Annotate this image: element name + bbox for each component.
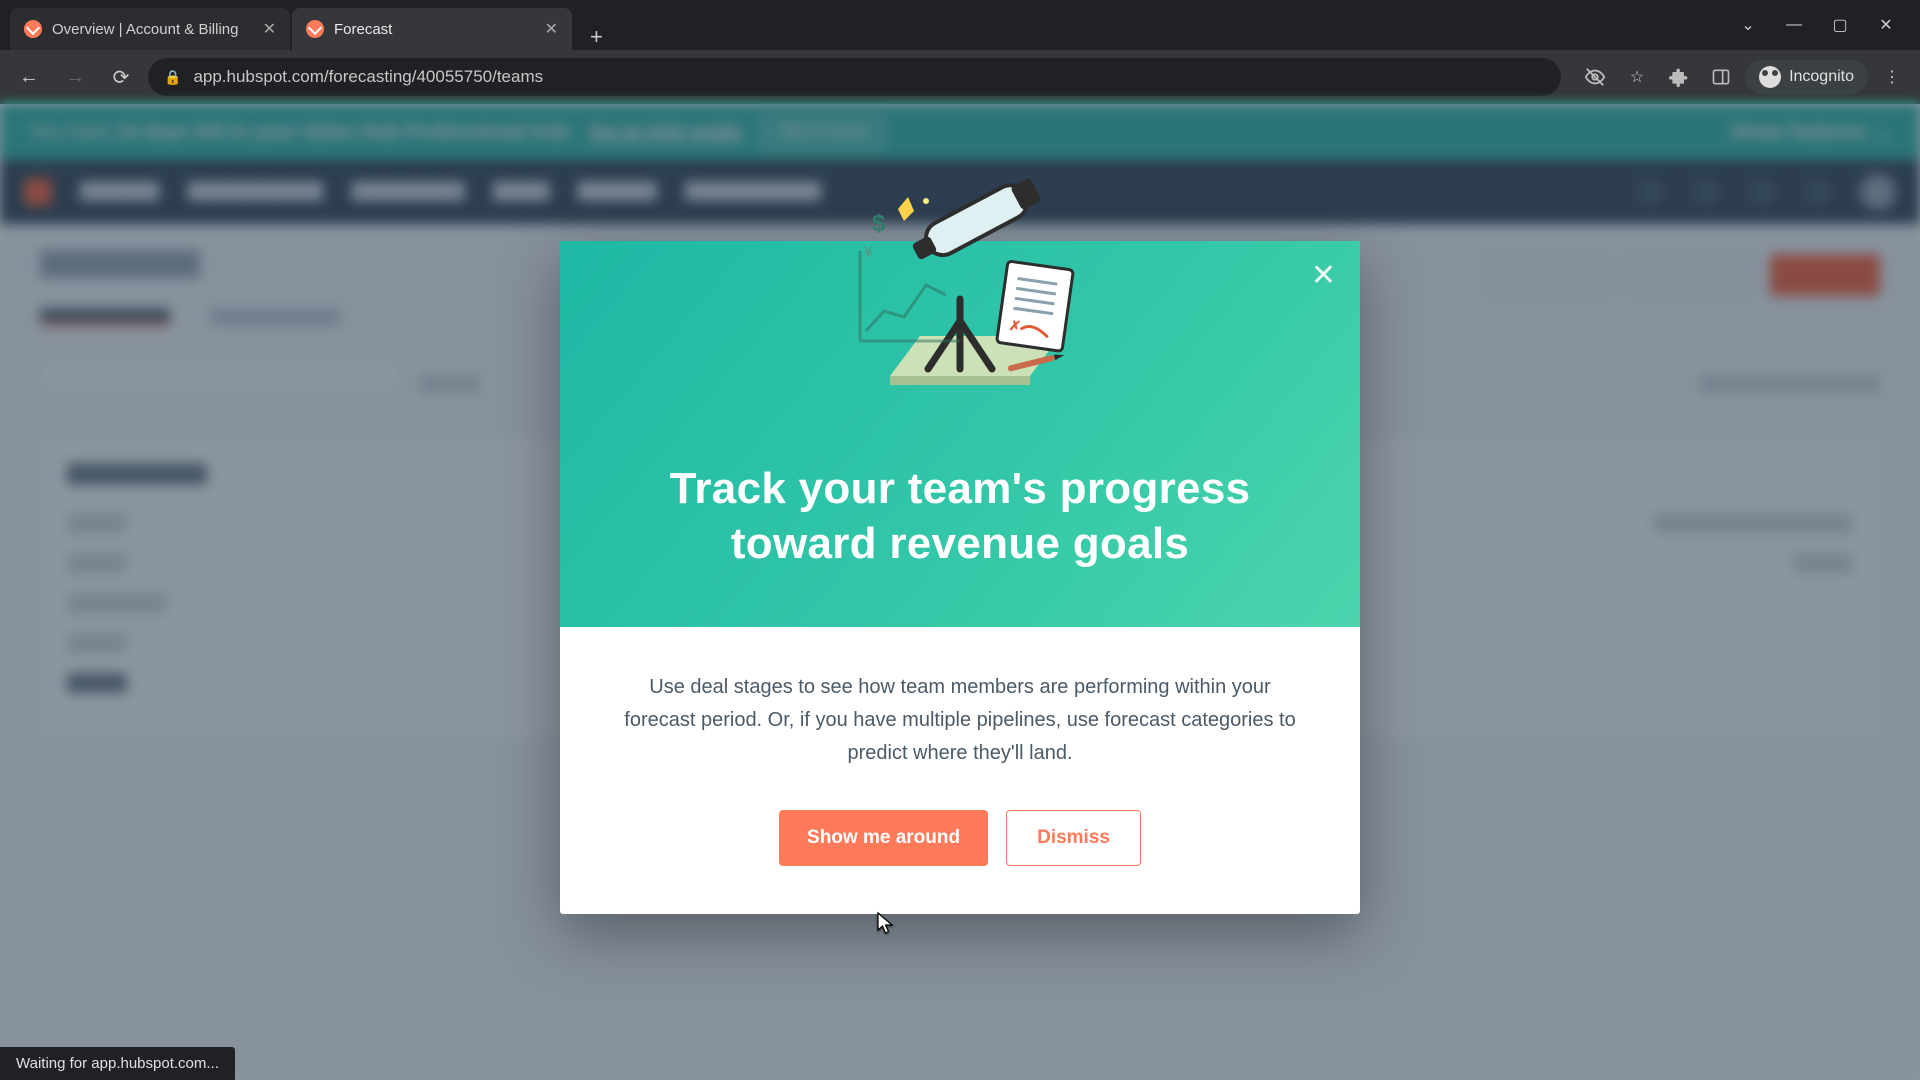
side-panel-icon[interactable] (1703, 59, 1739, 95)
show-me-around-button[interactable]: Show me around (779, 810, 988, 866)
modal-title: Track your team's progress toward revenu… (610, 461, 1310, 571)
browser-address-bar: ← → ⟳ 🔒 app.hubspot.com/forecasting/4005… (0, 50, 1920, 104)
hubspot-favicon-icon (306, 20, 324, 38)
minimize-icon[interactable]: — (1774, 9, 1814, 41)
tab-title: Overview | Account & Billing (52, 21, 238, 38)
svg-text:✗: ✗ (1008, 316, 1022, 333)
eye-off-icon[interactable] (1577, 59, 1613, 95)
menu-icon[interactable]: ⋮ (1874, 59, 1910, 95)
tab-close-icon[interactable]: ✕ (263, 19, 276, 39)
url-text: app.hubspot.com/forecasting/40055750/tea… (193, 67, 543, 87)
dismiss-button[interactable]: Dismiss (1006, 810, 1141, 866)
browser-tab-strip: Overview | Account & Billing ✕ Forecast … (0, 0, 1920, 50)
modal-actions: Show me around Dismiss (620, 810, 1300, 866)
forward-button: → (56, 58, 94, 96)
maximize-icon[interactable]: ▢ (1820, 9, 1860, 41)
modal-body: Use deal stages to see how team members … (560, 627, 1360, 914)
reload-button[interactable]: ⟳ (102, 58, 140, 96)
window-controls: ⌄ — ▢ ✕ (1728, 9, 1920, 41)
hubspot-favicon-icon (24, 20, 42, 38)
url-input[interactable]: 🔒 app.hubspot.com/forecasting/40055750/t… (148, 58, 1561, 96)
tab-close-icon[interactable]: ✕ (545, 19, 558, 39)
extensions-icon[interactable] (1661, 59, 1697, 95)
modal-hero: $ € ¥ (560, 241, 1360, 627)
incognito-badge[interactable]: Incognito (1745, 60, 1868, 94)
incognito-icon (1759, 66, 1781, 88)
back-button[interactable]: ← (10, 58, 48, 96)
chevron-down-icon[interactable]: ⌄ (1728, 9, 1768, 41)
tab-title: Forecast (334, 21, 392, 38)
close-icon[interactable]: ✕ (1311, 261, 1336, 291)
svg-text:$: $ (872, 210, 886, 237)
page-viewport: You have 13 days left in your Sales Hub … (0, 104, 1920, 1080)
browser-tab-1[interactable]: Forecast ✕ (292, 8, 572, 50)
new-tab-button[interactable]: + (574, 24, 619, 50)
svg-text:¥: ¥ (863, 244, 873, 261)
browser-tab-0[interactable]: Overview | Account & Billing ✕ (10, 8, 290, 50)
incognito-label: Incognito (1789, 68, 1854, 86)
modal-description: Use deal stages to see how team members … (620, 671, 1300, 770)
modal-container: $ € ¥ (0, 104, 1920, 1080)
lock-icon: 🔒 (164, 69, 181, 86)
star-icon[interactable]: ☆ (1619, 59, 1655, 95)
telescope-illustration-icon: $ € ¥ (810, 171, 1110, 421)
close-window-icon[interactable]: ✕ (1866, 9, 1906, 41)
onboarding-modal: $ € ¥ (560, 241, 1360, 914)
status-bar: Waiting for app.hubspot.com... (0, 1047, 235, 1080)
